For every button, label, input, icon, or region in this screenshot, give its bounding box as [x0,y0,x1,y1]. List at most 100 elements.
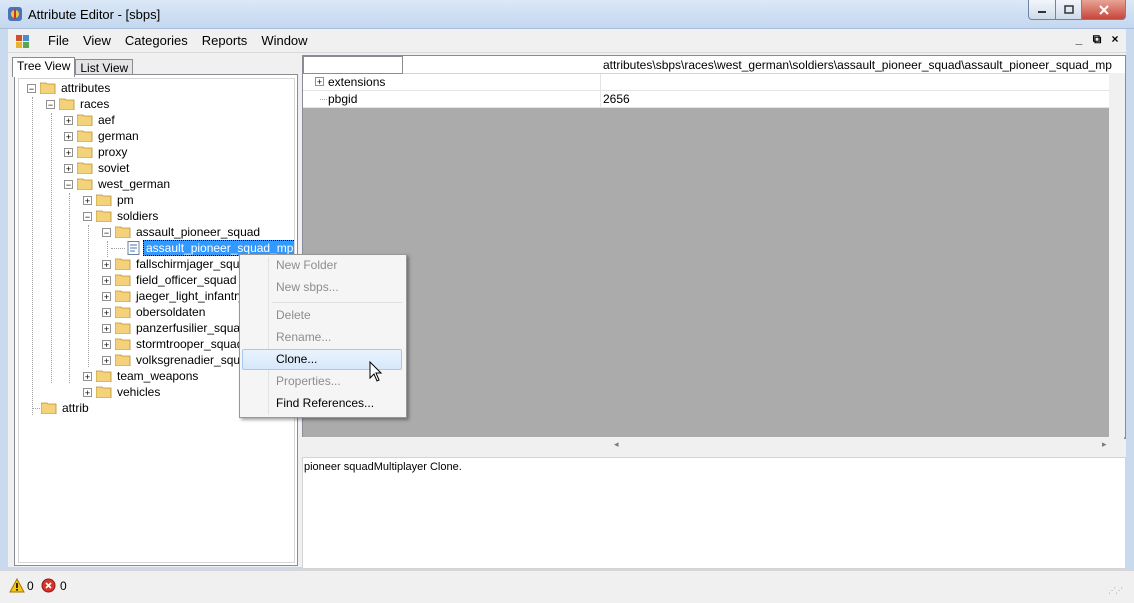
collapse-icon[interactable]: − [27,83,36,93]
folder-open-icon [59,98,75,110]
expand-icon[interactable]: + [102,323,111,333]
tree-node-volksgrenadier-squad[interactable]: + volksgrenadier_squad [102,352,255,368]
tree-node-pm[interactable]: + pm [83,192,136,208]
expand-icon[interactable]: + [102,275,111,285]
folder-icon [115,322,131,334]
expand-icon[interactable]: + [83,195,92,205]
grid-header: attributes\sbps\races\west_german\soldie… [303,56,1125,74]
grid-row-extensions[interactable]: + extensions [303,74,1109,91]
collapse-icon[interactable]: − [46,99,55,109]
expand-icon[interactable]: + [102,339,111,349]
mdi-close-button[interactable]: × [1108,32,1122,47]
collapse-icon[interactable]: − [64,179,73,189]
folder-icon [77,114,93,126]
ctx-new-folder[interactable]: New Folder [242,255,402,276]
tree-node-german[interactable]: + german [64,128,141,144]
mdi-restore-button[interactable]: ⧉ [1090,32,1104,47]
expand-icon[interactable]: + [102,291,111,301]
ctx-find-references[interactable]: Find References... [242,393,402,414]
ctx-rename[interactable]: Rename... [242,327,402,348]
folder-icon [115,258,131,270]
folder-icon [77,146,93,158]
close-icon [1098,4,1109,15]
expand-icon[interactable]: + [315,77,324,87]
warning-icon [9,578,25,593]
tree-node-aef[interactable]: + aef [64,112,117,128]
tree-node-soviet[interactable]: + soviet [64,160,131,176]
tree-node-assault-pioneer-squad[interactable]: − assault_pioneer_squad [102,224,262,240]
folder-open-icon [96,210,112,222]
tree-node-west-german[interactable]: − west_german [64,176,172,192]
scroll-left-arrow[interactable]: ◂ [614,439,619,450]
folder-icon [115,354,131,366]
errors-status[interactable]: 0 [41,578,67,593]
title-bar: Attribute Editor - [sbps] [0,0,1134,29]
tree-node-soldiers[interactable]: − soldiers [83,208,160,224]
folder-open-icon [115,226,131,238]
grid-row-pbgid[interactable]: pbgid 2656 [303,91,1109,108]
menu-view[interactable]: View [76,33,118,48]
warnings-status[interactable]: 0 [9,578,34,593]
ctx-new-sbps[interactable]: New sbps... [242,277,402,298]
property-grid: attributes\sbps\races\west_german\soldie… [302,55,1126,439]
tree-node-proxy[interactable]: + proxy [64,144,129,160]
close-button[interactable] [1082,0,1126,20]
tree-node-team-weapons[interactable]: + team_weapons [83,368,200,384]
expand-icon[interactable]: + [83,387,92,397]
window-title: Attribute Editor - [sbps] [28,7,161,22]
folder-icon [41,402,57,414]
expand-icon[interactable]: + [64,115,73,125]
tree-node-field-officer-squad[interactable]: + field_officer_squad [102,272,239,288]
expand-icon[interactable]: + [102,307,111,317]
folder-icon [96,386,112,398]
tree-node-obersoldaten[interactable]: + obersoldaten [102,304,207,320]
document-app-icon[interactable] [15,33,31,49]
app-icon [8,7,22,21]
expand-icon[interactable]: + [64,163,73,173]
tree-node-stormtrooper-squad[interactable]: + stormtrooper_squad [102,336,245,352]
tree-node-attributes[interactable]: − attributes [27,80,112,96]
expand-icon[interactable]: + [64,131,73,141]
folder-icon [115,306,131,318]
scroll-right-arrow[interactable]: ▸ [1102,439,1107,450]
minimize-button[interactable] [1028,0,1056,20]
collapse-icon[interactable]: − [83,211,92,221]
menu-window[interactable]: Window [254,33,314,48]
document-icon [127,241,140,255]
tree-node-panzerfusilier-squad[interactable]: + panzerfusilier_squad [102,320,249,336]
minimize-icon [1038,10,1046,13]
menu-file[interactable]: File [41,33,76,48]
attribute-path: attributes\sbps\races\west_german\soldie… [603,58,1112,72]
expand-icon[interactable]: + [64,147,73,157]
menu-reports[interactable]: Reports [195,33,255,48]
tab-tree-view[interactable]: Tree View [12,57,76,77]
maximize-icon [1063,4,1074,14]
expand-icon[interactable]: + [102,259,111,269]
folder-open-icon [77,178,93,190]
tree-node-jaeger-light-infantry-squad[interactable]: + jaeger_light_infantry_s [102,288,259,304]
folder-icon [96,194,112,206]
mdi-minimize-button[interactable]: _ [1072,32,1086,47]
context-menu: New Folder New sbps... Delete Rename... … [239,254,407,418]
collapse-icon[interactable]: − [102,227,111,237]
client-area: Tree View List View − attributes − races [8,53,1126,569]
grid-name-column-header[interactable] [303,56,403,74]
ctx-delete[interactable]: Delete [242,305,402,326]
error-icon [41,578,56,593]
tree-node-vehicles[interactable]: + vehicles [83,384,162,400]
tree-node-races[interactable]: − races [46,96,111,112]
folder-icon [77,162,93,174]
ctx-separator [272,302,402,303]
tree-node-fallschirmjager-squad[interactable]: + fallschirmjager_squad [102,256,255,272]
folder-icon [96,370,112,382]
folder-icon [115,290,131,302]
horizontal-scrollbar[interactable]: ◂ ▸ [302,437,1124,453]
vertical-scrollbar[interactable] [1109,73,1125,437]
tree-node-attrib[interactable]: attrib [41,400,91,416]
maximize-button[interactable] [1056,0,1082,20]
resize-grip-icon[interactable]: ⋰⋰ [1108,586,1123,595]
expand-icon[interactable]: + [83,371,92,381]
menu-categories[interactable]: Categories [118,33,195,48]
folder-icon [115,338,131,350]
expand-icon[interactable]: + [102,355,111,365]
